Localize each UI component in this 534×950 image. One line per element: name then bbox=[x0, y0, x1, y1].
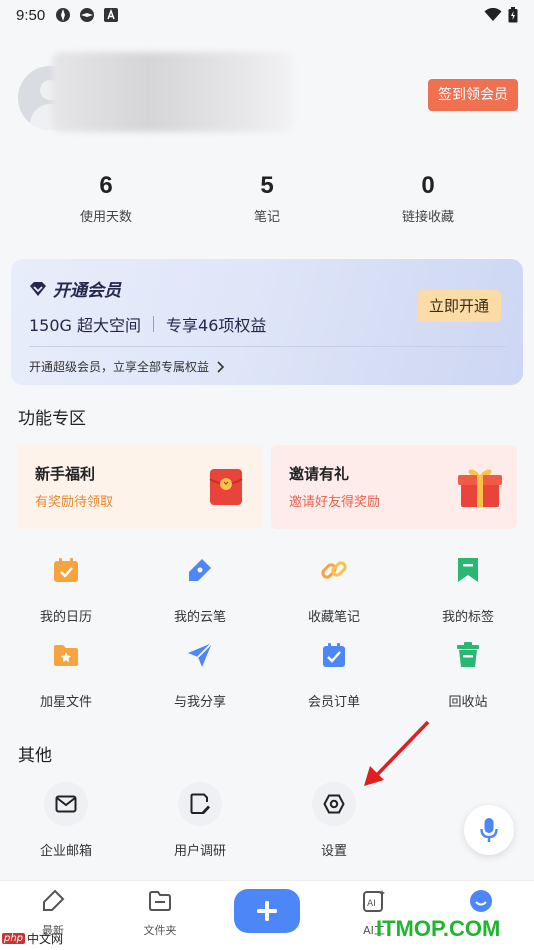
site-watermark: ITMOP.COM bbox=[376, 916, 501, 941]
profile-header: 签到领会员 bbox=[18, 52, 518, 132]
feature-starred-files[interactable]: 加星文件 bbox=[11, 641, 121, 710]
feature-label: 收藏笔记 bbox=[307, 610, 360, 625]
promo-title: 邀请有礼 bbox=[289, 465, 350, 483]
feature-label: 我的标签 bbox=[441, 610, 494, 625]
icon-circle bbox=[178, 782, 222, 826]
feature-label: 我的云笔 bbox=[173, 610, 226, 625]
stat-value: 0 bbox=[421, 172, 435, 199]
icon-circle bbox=[44, 782, 88, 826]
plus-icon bbox=[257, 901, 277, 921]
feature-label: 回收站 bbox=[448, 695, 488, 710]
feature-member-orders[interactable]: 会员订单 bbox=[279, 641, 389, 710]
tab-label: 文件夹 bbox=[143, 924, 177, 937]
annotation-arrow-icon bbox=[364, 720, 430, 786]
promo-subtitle: 有奖励待领取 bbox=[35, 495, 114, 510]
other-enterprise-mail[interactable]: 企业邮箱 bbox=[11, 782, 121, 859]
signin-membership-button[interactable]: 签到领会员 bbox=[428, 79, 518, 111]
icon-circle bbox=[312, 782, 356, 826]
survey-icon bbox=[190, 793, 210, 814]
stat-link-favorites[interactable]: 0 链接收藏 bbox=[358, 170, 498, 225]
app-notification-icon bbox=[80, 8, 95, 22]
other-label: 用户调研 bbox=[173, 844, 226, 859]
feature-label: 会员订单 bbox=[307, 695, 360, 710]
feature-favorite-notes[interactable]: 收藏笔记 bbox=[279, 556, 389, 625]
app-notification-icon bbox=[56, 8, 71, 22]
vip-benefits-line: 150G 超大空间 专享46项权益 bbox=[29, 312, 266, 336]
star-folder-icon bbox=[54, 645, 78, 666]
mail-icon bbox=[55, 795, 77, 813]
stat-value: 6 bbox=[99, 172, 113, 199]
stat-label: 链接收藏 bbox=[401, 210, 454, 225]
vip-title-text: 开通会员 bbox=[53, 281, 121, 301]
feature-shared-with-me[interactable]: 与我分享 bbox=[145, 641, 255, 710]
other-settings[interactable]: 设置 bbox=[279, 782, 389, 859]
promo-invite-gift[interactable]: 邀请有礼 邀请好友得奖励 bbox=[271, 445, 517, 529]
stat-value: 5 bbox=[260, 172, 274, 199]
other-label: 企业邮箱 bbox=[39, 844, 92, 859]
calendar-icon bbox=[54, 558, 78, 582]
folder-icon bbox=[149, 891, 171, 911]
settings-icon bbox=[323, 794, 345, 814]
wifi-icon bbox=[484, 8, 502, 21]
divider bbox=[29, 346, 507, 347]
bookmark-icon bbox=[458, 558, 478, 582]
latest-icon bbox=[43, 889, 65, 911]
gift-box-icon bbox=[458, 469, 502, 507]
divider bbox=[153, 316, 155, 332]
svg-text:AI: AI bbox=[367, 899, 376, 909]
feature-my-tags[interactable]: 我的标签 bbox=[413, 556, 523, 625]
blurred-username bbox=[52, 52, 292, 132]
status-bar: 9:50 bbox=[0, 0, 534, 30]
link-icon bbox=[321, 561, 347, 579]
promo-title: 新手福利 bbox=[35, 465, 96, 483]
features-section-title: 功能专区 bbox=[18, 409, 86, 429]
stat-usage-days[interactable]: 6 使用天数 bbox=[36, 170, 176, 225]
microphone-icon bbox=[480, 818, 498, 842]
ai-icon: AI bbox=[363, 890, 385, 912]
other-user-survey[interactable]: 用户调研 bbox=[145, 782, 255, 859]
vip-benefits: 专享46项权益 bbox=[166, 316, 267, 335]
battery-icon bbox=[508, 7, 518, 23]
diamond-icon bbox=[30, 281, 46, 296]
a-badge-icon bbox=[104, 8, 119, 22]
vip-title: 开通会员 bbox=[29, 276, 121, 301]
trash-icon bbox=[457, 642, 479, 667]
feature-my-cloud-pen[interactable]: 我的云笔 bbox=[145, 556, 255, 625]
create-new-button[interactable] bbox=[234, 889, 300, 933]
vip-card[interactable]: 开通会员 150G 超大空间 专享46项权益 立即开通 开通超级会员，立享全部专… bbox=[11, 259, 523, 385]
promo-newbie-welfare[interactable]: 新手福利 有奖励待领取 bbox=[17, 445, 263, 529]
vip-footer-text: 开通超级会员，立享全部专属权益 bbox=[29, 360, 210, 374]
status-time: 9:50 bbox=[16, 6, 46, 24]
stat-label: 使用天数 bbox=[79, 210, 132, 225]
feature-label: 与我分享 bbox=[173, 695, 226, 710]
send-icon bbox=[188, 642, 213, 667]
php-badge: php bbox=[2, 933, 26, 944]
profile-icon bbox=[470, 890, 492, 912]
vip-footer-link[interactable]: 开通超级会员，立享全部专属权益 bbox=[29, 358, 225, 375]
open-vip-button[interactable]: 立即开通 bbox=[417, 290, 501, 322]
stat-notes[interactable]: 5 笔记 bbox=[197, 170, 337, 225]
voice-input-button[interactable] bbox=[464, 805, 514, 855]
stats-row: 6 使用天数 5 笔记 0 链接收藏 bbox=[36, 170, 498, 225]
other-section-title: 其他 bbox=[18, 746, 52, 766]
feature-label: 我的日历 bbox=[39, 610, 92, 625]
vip-storage: 150G 超大空间 bbox=[29, 316, 142, 335]
promo-subtitle: 邀请好友得奖励 bbox=[289, 495, 381, 510]
red-envelope-icon bbox=[209, 469, 243, 505]
pen-icon bbox=[189, 559, 211, 581]
stat-label: 笔记 bbox=[253, 210, 280, 225]
feature-my-calendar[interactable]: 我的日历 bbox=[11, 556, 121, 625]
feature-label: 加星文件 bbox=[39, 695, 92, 710]
feature-recycle-bin[interactable]: 回收站 bbox=[413, 641, 523, 710]
php-watermark: php 中文网 bbox=[2, 930, 63, 947]
chevron-right-icon bbox=[217, 360, 225, 373]
tab-folders[interactable]: 文件夹 bbox=[125, 889, 195, 938]
other-label: 设置 bbox=[320, 844, 347, 859]
order-icon bbox=[323, 643, 345, 667]
php-site-text: 中文网 bbox=[27, 932, 64, 946]
